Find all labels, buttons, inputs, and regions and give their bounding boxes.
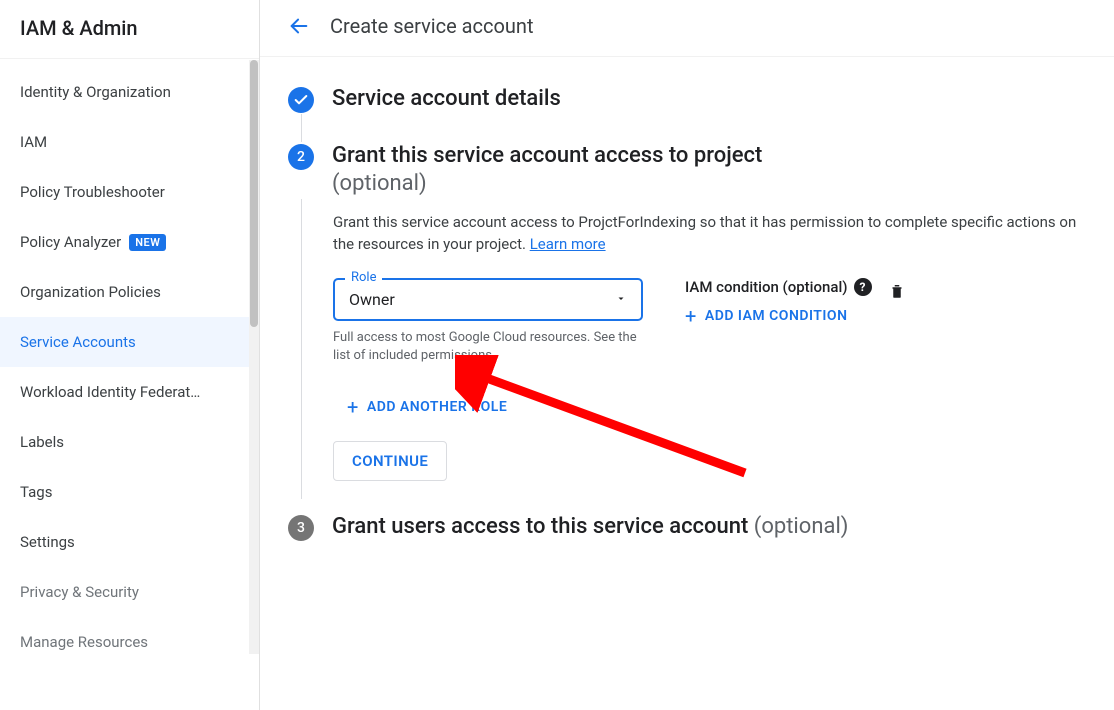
- add-another-label: ADD ANOTHER ROLE: [367, 399, 507, 415]
- step-1-title: Service account details: [332, 85, 1078, 114]
- content: Service account details 2 Grant this ser…: [260, 57, 1114, 710]
- sidebar-item-privacy-security[interactable]: Privacy & Security: [0, 567, 259, 617]
- sidebar-item-policy-analyzer[interactable]: Policy Analyzer NEW: [0, 217, 259, 267]
- learn-more-link[interactable]: Learn more: [530, 235, 606, 253]
- add-another-role-button[interactable]: + ADD ANOTHER ROLE: [347, 397, 1078, 417]
- step-2-description: Grant this service account access to Pro…: [333, 211, 1078, 256]
- check-icon: [288, 87, 314, 113]
- sidebar-item-identity-org[interactable]: Identity & Organization: [0, 67, 259, 117]
- step-3[interactable]: 3 Grant users access to this service acc…: [288, 513, 1078, 542]
- step-connector: [301, 114, 302, 142]
- role-select[interactable]: Role Owner: [333, 278, 643, 321]
- sidebar-item-tags[interactable]: Tags: [0, 467, 259, 517]
- sidebar-item-label: Policy Troubleshooter: [20, 183, 165, 201]
- sidebar-nav: Identity & Organization IAM Policy Troub…: [0, 59, 259, 710]
- sidebar-item-organization-policies[interactable]: Organization Policies: [0, 267, 259, 317]
- role-value: Owner: [349, 290, 395, 309]
- sidebar-scrollbar[interactable]: [249, 60, 259, 654]
- sidebar-item-label: IAM: [20, 133, 47, 151]
- scrollbar-thumb[interactable]: [250, 60, 258, 327]
- step-2: 2 Grant this service account access to p…: [288, 142, 1078, 500]
- sidebar-item-iam[interactable]: IAM: [0, 117, 259, 167]
- sidebar-item-manage-resources[interactable]: Manage Resources: [0, 617, 259, 667]
- new-badge: NEW: [129, 234, 166, 251]
- sidebar-item-workload-identity[interactable]: Workload Identity Federat…: [0, 367, 259, 417]
- condition-label: IAM condition (optional) ?: [685, 278, 872, 296]
- sidebar-title: IAM & Admin: [0, 0, 259, 59]
- plus-icon: +: [347, 397, 359, 417]
- role-block: Role Owner Full access to most Google Cl…: [333, 278, 643, 365]
- plus-icon: +: [685, 306, 697, 326]
- continue-button[interactable]: CONTINUE: [333, 441, 447, 481]
- condition-block: IAM condition (optional) ? + ADD IAM CON…: [685, 278, 1078, 326]
- add-condition-label: ADD IAM CONDITION: [705, 308, 848, 324]
- sidebar-item-service-accounts[interactable]: Service Accounts: [0, 317, 259, 367]
- step-1[interactable]: Service account details: [288, 85, 1078, 114]
- add-iam-condition-button[interactable]: + ADD IAM CONDITION: [685, 306, 872, 326]
- role-row: Role Owner Full access to most Google Cl…: [333, 278, 1078, 365]
- sidebar-item-label: Privacy & Security: [20, 583, 139, 601]
- sidebar-item-label: Organization Policies: [20, 283, 161, 301]
- page-title: Create service account: [330, 14, 534, 38]
- step-2-desc-text: Grant this service account access to Pro…: [333, 213, 1076, 254]
- step-3-title: Grant users access to this service accou…: [332, 513, 1078, 542]
- sidebar-item-label: Workload Identity Federat…: [20, 383, 200, 401]
- caret-down-icon: [615, 290, 627, 309]
- sidebar: IAM & Admin Identity & Organization IAM …: [0, 0, 260, 710]
- step-2-body: Grant this service account access to Pro…: [301, 199, 1078, 499]
- sidebar-item-policy-troubleshooter[interactable]: Policy Troubleshooter: [0, 167, 259, 217]
- sidebar-item-labels[interactable]: Labels: [0, 417, 259, 467]
- main-header: Create service account: [260, 0, 1114, 57]
- sidebar-item-label: Settings: [20, 533, 75, 551]
- sidebar-item-settings[interactable]: Settings: [0, 517, 259, 567]
- role-help-text: Full access to most Google Cloud resourc…: [333, 329, 643, 365]
- sidebar-item-label: Policy Analyzer: [20, 233, 121, 251]
- back-arrow-icon[interactable]: [288, 15, 310, 37]
- delete-icon[interactable]: [888, 282, 906, 304]
- sidebar-item-label: Labels: [20, 433, 64, 451]
- sidebar-item-label: Service Accounts: [20, 333, 136, 351]
- step-2-number: 2: [288, 144, 314, 170]
- main: Create service account Service account d…: [260, 0, 1114, 710]
- role-field-label: Role: [345, 270, 382, 285]
- help-icon[interactable]: ?: [854, 278, 872, 296]
- condition-label-text: IAM condition (optional): [685, 278, 848, 296]
- sidebar-item-label: Tags: [20, 483, 52, 501]
- step-3-number: 3: [288, 515, 314, 541]
- step-2-title: Grant this service account access to pro…: [332, 142, 1078, 199]
- step-3-title-text: Grant users access to this service accou…: [332, 514, 754, 539]
- sidebar-item-label: Identity & Organization: [20, 83, 171, 101]
- sidebar-item-label: Manage Resources: [20, 633, 148, 651]
- step-2-title-text: Grant this service account access to pro…: [332, 143, 762, 168]
- step-3-optional: (optional): [754, 514, 849, 539]
- step-2-optional: (optional): [332, 170, 1078, 199]
